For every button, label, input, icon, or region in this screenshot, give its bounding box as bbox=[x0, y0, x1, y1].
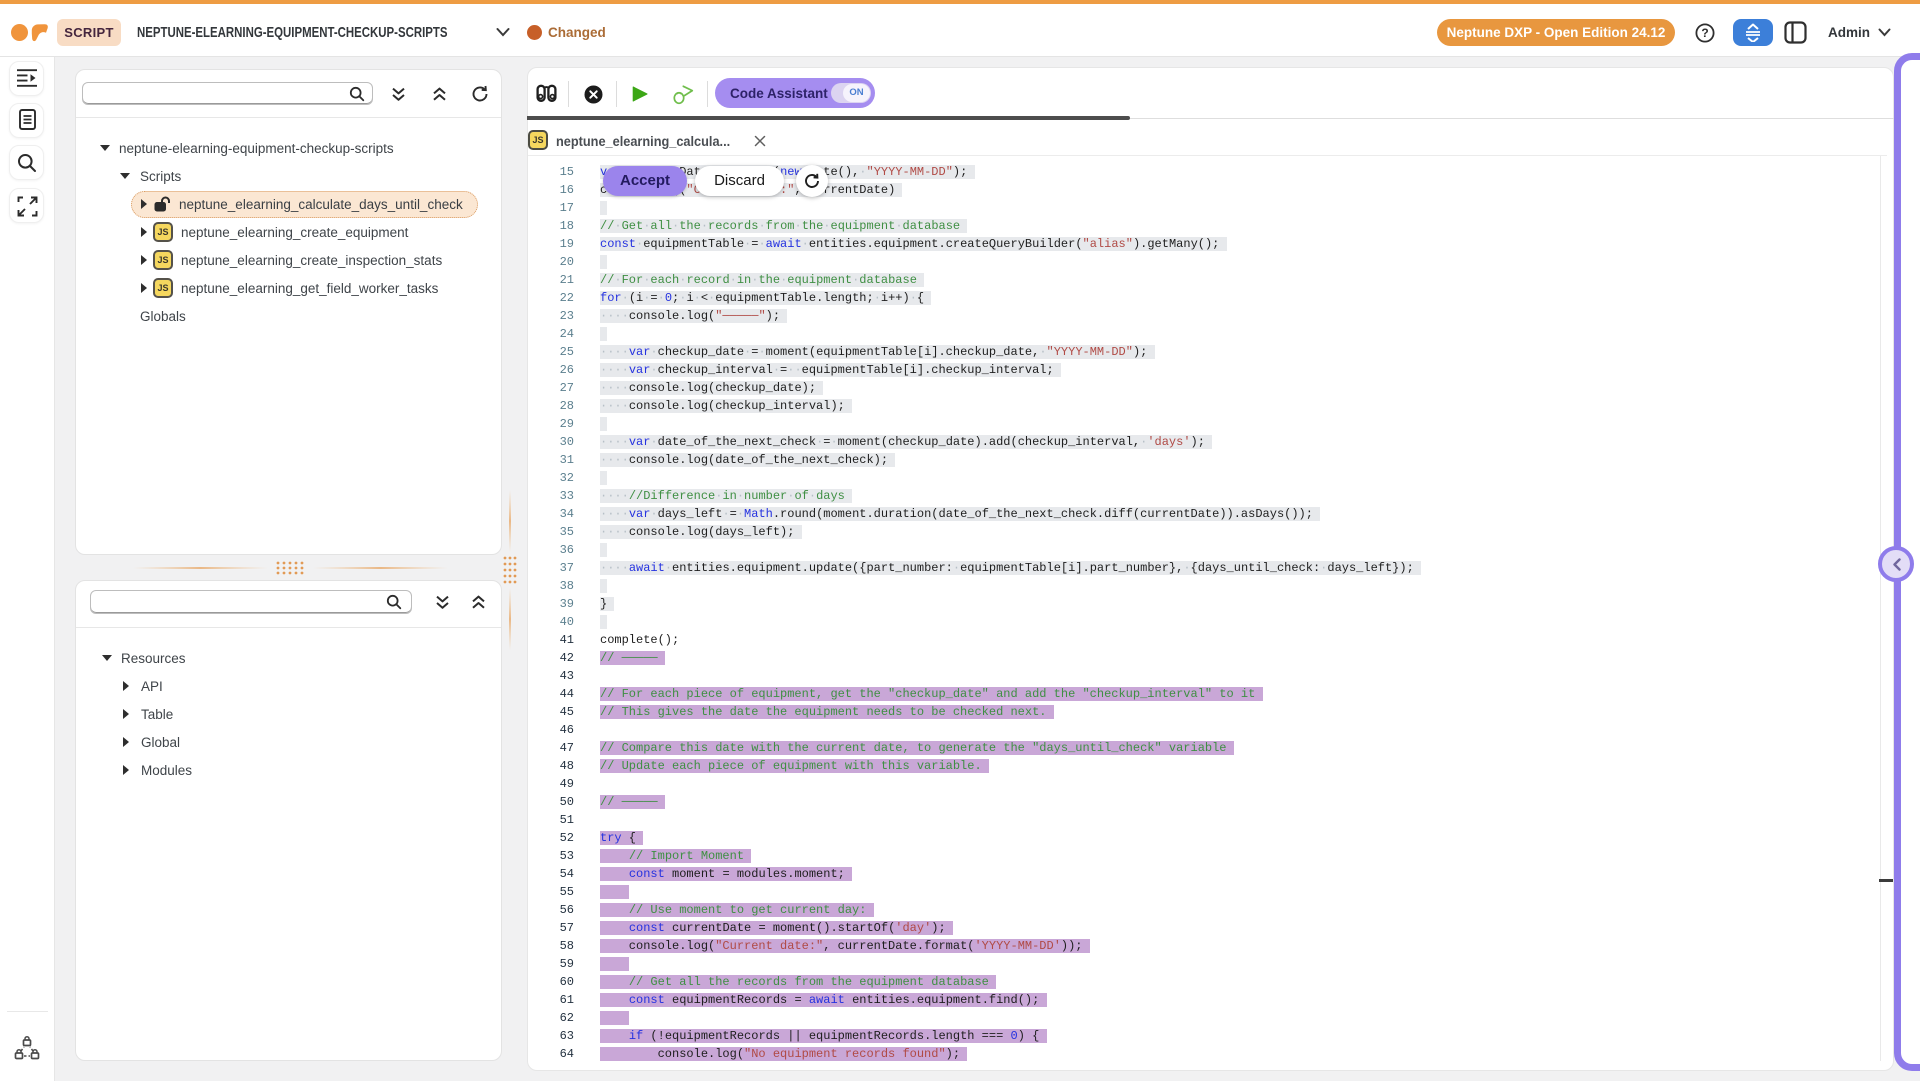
svg-text:?: ? bbox=[1701, 26, 1708, 40]
